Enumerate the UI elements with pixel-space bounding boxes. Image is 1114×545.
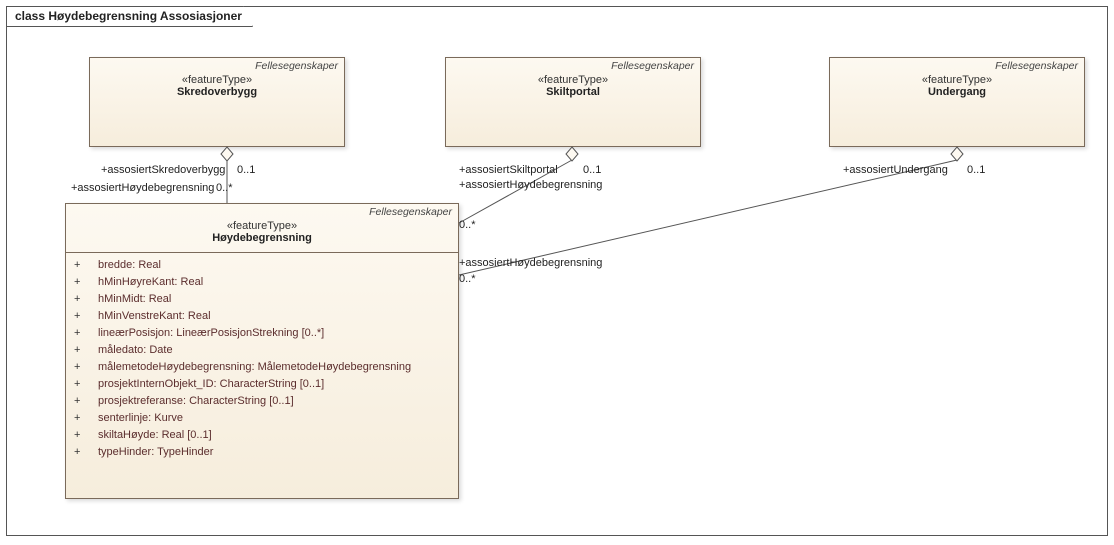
class-name: Undergang [838, 86, 1076, 98]
diagram-frame: class Høydebegrensning Assosiasjoner Fel… [6, 6, 1108, 536]
class-name: Skiltportal [454, 86, 692, 98]
mult-skred-hb: 0..* [216, 182, 233, 194]
role-skiltportal: +assosiertSkiltportal [459, 164, 558, 176]
role-undergang: +assosiertUndergang [843, 164, 948, 176]
stereotype: «featureType» [454, 74, 692, 86]
attribute: +hMinHøyreKant: Real [74, 274, 450, 291]
attribute: +senterlinje: Kurve [74, 410, 450, 427]
attribute: +prosjektreferanse: CharacterString [0..… [74, 393, 450, 410]
stereotype-label: Fellesegenskaper [369, 206, 452, 218]
mult-skilt-hb: 0..* [459, 219, 476, 231]
attribute: +bredde: Real [74, 257, 450, 274]
attribute: +hMinMidt: Real [74, 291, 450, 308]
mult-skredoverbygg: 0..1 [237, 164, 255, 176]
role-under-hb: +assosiertHøydebegrensning [459, 257, 602, 269]
class-skredoverbygg[interactable]: Fellesegenskaper «featureType» Skredover… [89, 57, 345, 147]
attribute: +skiltaHøyde: Real [0..1] [74, 427, 450, 444]
attribute: +lineærPosisjon: LineærPosisjonStrekning… [74, 325, 450, 342]
class-name: Skredoverbygg [98, 86, 336, 98]
stereotype-label: Fellesegenskaper [995, 60, 1078, 72]
mult-undergang: 0..1 [967, 164, 985, 176]
stereotype: «featureType» [74, 220, 450, 232]
attribute: +hMinVenstreKant: Real [74, 308, 450, 325]
attribute: +prosjektInternObjekt_ID: CharacterStrin… [74, 376, 450, 393]
role-skred-hb: +assosiertHøydebegrensning [71, 182, 214, 194]
attribute: +måledato: Date [74, 342, 450, 359]
attribute: +typeHinder: TypeHinder [74, 444, 450, 461]
attribute-list: +bredde: Real +hMinHøyreKant: Real +hMin… [66, 253, 458, 469]
stereotype-label: Fellesegenskaper [255, 60, 338, 72]
class-hoydebegrensning[interactable]: Fellesegenskaper «featureType» Høydebegr… [65, 203, 459, 499]
stereotype: «featureType» [838, 74, 1076, 86]
class-undergang[interactable]: Fellesegenskaper «featureType» Undergang [829, 57, 1085, 147]
stereotype-label: Fellesegenskaper [611, 60, 694, 72]
frame-title: class Høydebegrensning Assosiasjoner [15, 9, 242, 23]
role-skredoverbygg: +assosiertSkredoverbygg [101, 164, 225, 176]
stereotype: «featureType» [98, 74, 336, 86]
mult-under-hb: 0..* [459, 273, 476, 285]
frame-title-tab: class Høydebegrensning Assosiasjoner [6, 6, 253, 27]
class-skiltportal[interactable]: Fellesegenskaper «featureType» Skiltport… [445, 57, 701, 147]
class-name: Høydebegrensning [74, 232, 450, 244]
attribute: +målemetodeHøydebegrensning: MålemetodeH… [74, 359, 450, 376]
role-skilt-hb: +assosiertHøydebegrensning [459, 179, 602, 191]
mult-skiltportal: 0..1 [583, 164, 601, 176]
